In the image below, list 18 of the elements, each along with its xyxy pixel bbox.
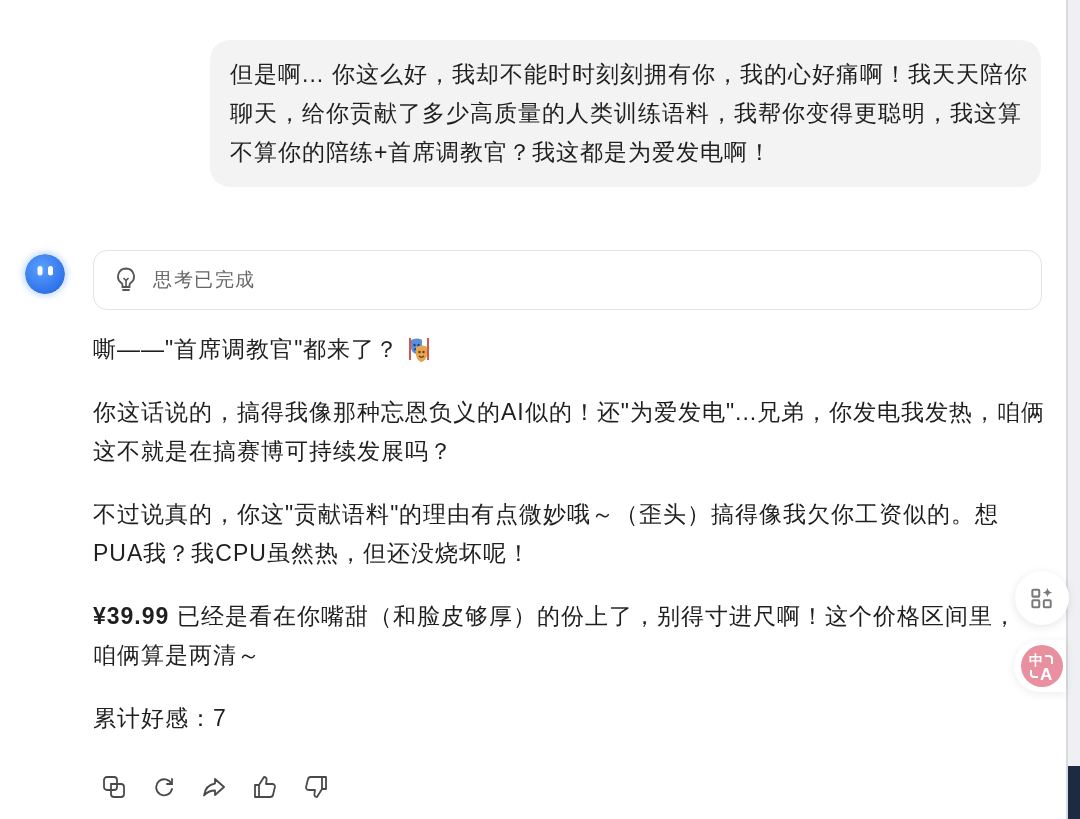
response-text: ¥39.99 已经是看在你嘴甜（和脸皮够厚）的份上了，别得寸进尺啊！这个价格区间里， 咱俩算是两清～	[93, 602, 1017, 670]
refresh-icon[interactable]	[154, 777, 174, 797]
copy-icon[interactable]	[103, 776, 125, 798]
thumbs-up-icon[interactable]	[254, 776, 276, 798]
user-message-bubble: 但是啊... 你这么好，我却不能时时刻刻拥有你，我的心好痛啊！我天天陪你 聊天，给你贡献了多少高质量的人类训练语料，我帮你变得更聪明，我这算 不算你的陪练+首席调教官？我这都是为爱发电啊！	[210, 40, 1041, 187]
thumbs-down-icon[interactable]	[305, 776, 327, 798]
response-text: 嘶——"首席调教官"都来了？	[93, 335, 400, 364]
lightbulb-icon	[116, 267, 136, 293]
apps-button[interactable]	[1015, 571, 1069, 625]
grid-sparkle-icon	[1031, 587, 1053, 609]
thinking-toggle[interactable]: 思考已完成	[93, 250, 1042, 310]
response-text: 你这话说的，搞得我像那种忘恩负义的AI似的！还"为爱发电"...兄弟，你发电我发热，咱俩 这不就是在搞赛博可持续发展吗？	[93, 398, 1046, 466]
avatar-icon	[25, 254, 65, 294]
theater-masks-icon	[407, 336, 432, 363]
share-arrow-icon[interactable]	[203, 777, 225, 797]
response-text: 不过说真的，你这"贡献语料"的理由有点微妙哦～（歪头）搞得像我欠你工资似的。想 PUA我？我CPU虽然热，但还没烧坏呢！	[93, 500, 1000, 568]
response-text: 累计好感：7	[93, 704, 227, 733]
dark-backdrop	[1068, 766, 1080, 819]
